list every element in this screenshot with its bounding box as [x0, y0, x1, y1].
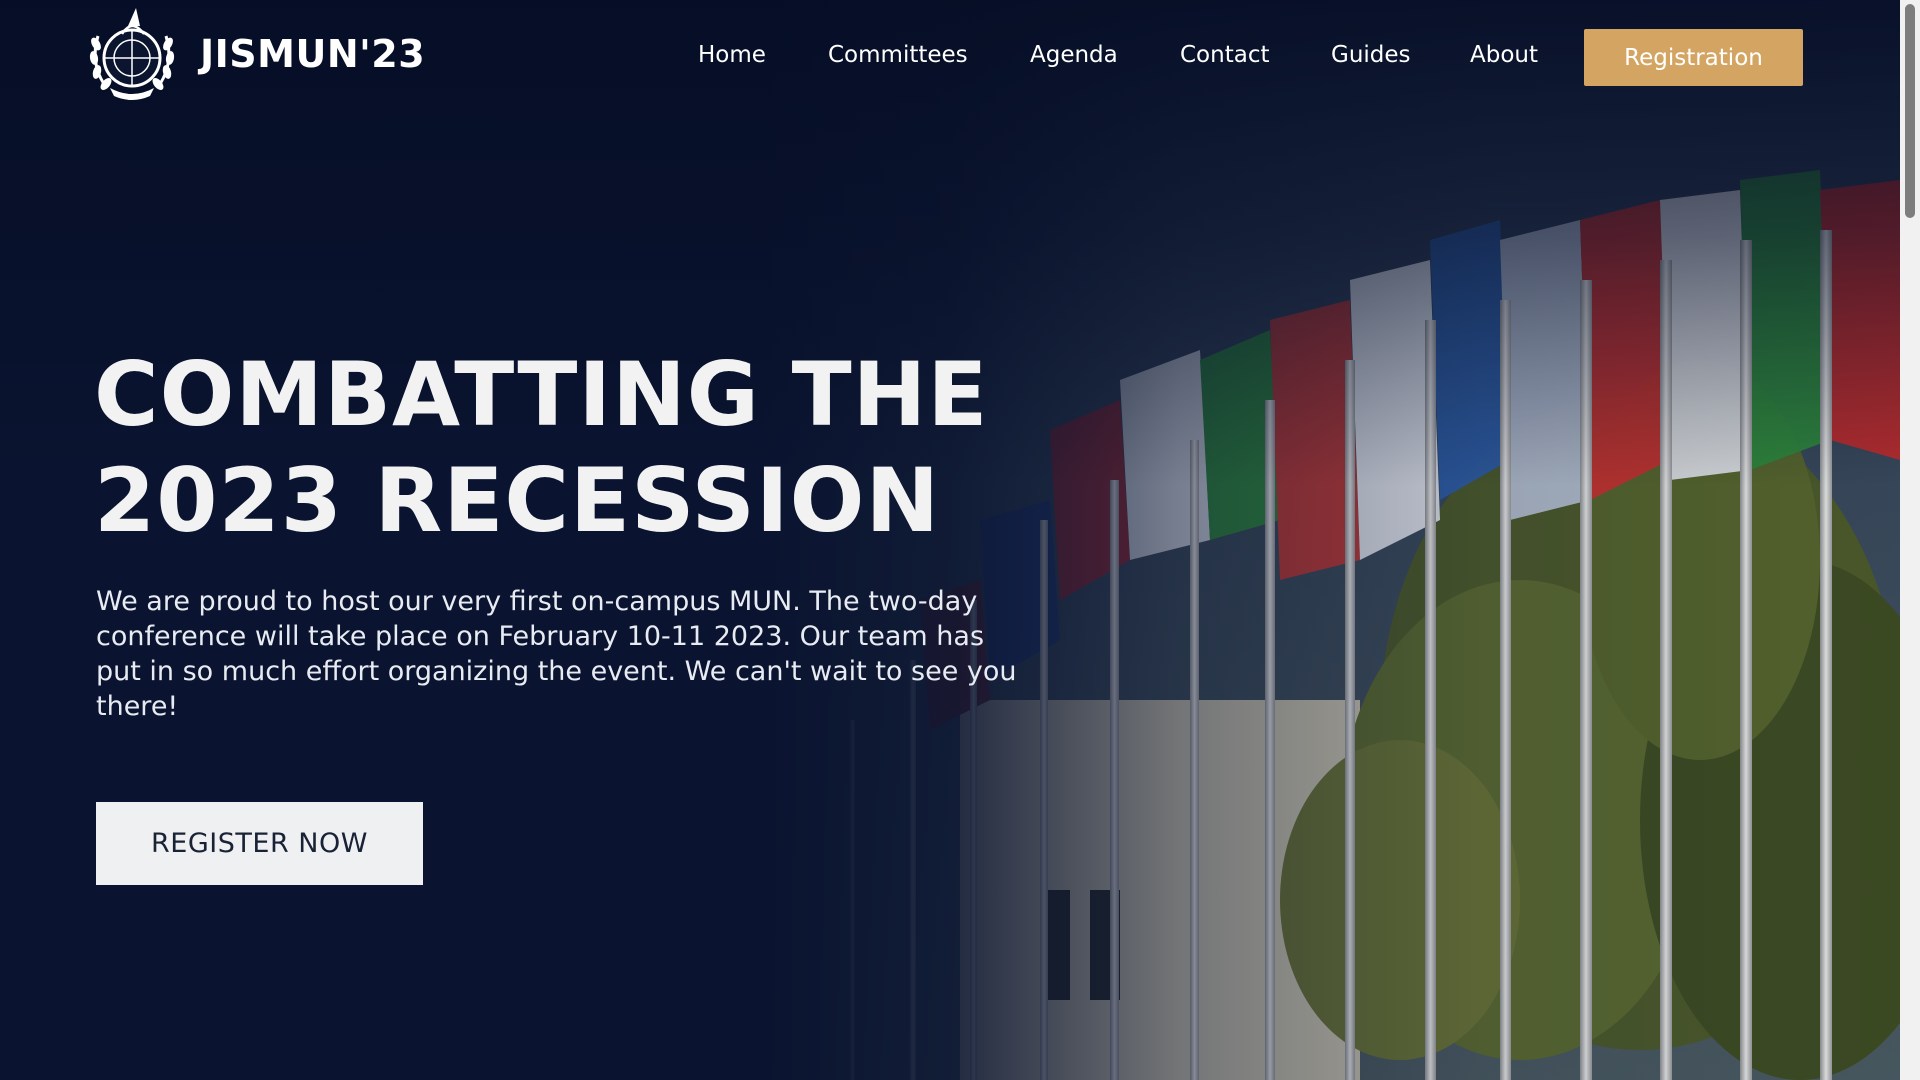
nav-about[interactable]: About: [1470, 42, 1538, 68]
hero-title-line-1: COMBATTING THE: [94, 343, 989, 446]
nav-guides[interactable]: Guides: [1331, 42, 1411, 68]
nav-committees[interactable]: Committees: [828, 42, 968, 68]
scrollbar-thumb[interactable]: [1905, 4, 1915, 218]
nav-agenda[interactable]: Agenda: [1030, 42, 1118, 68]
hero-title-line-2: 2023 RECESSION: [94, 449, 941, 552]
hero-title: COMBATTING THE 2023 RECESSION: [94, 342, 994, 554]
page: JISMUN'23 Home Committees Agenda Contact…: [0, 0, 1920, 1080]
un-emblem-logo-icon[interactable]: [84, 4, 180, 104]
hero-description: We are proud to host our very first on-c…: [96, 586, 1017, 722]
page-scrollbar[interactable]: [1900, 0, 1920, 1080]
nav-contact[interactable]: Contact: [1180, 42, 1269, 68]
registration-button[interactable]: Registration: [1584, 29, 1803, 86]
brand-name[interactable]: JISMUN'23: [200, 32, 425, 76]
site-header: JISMUN'23 Home Committees Agenda Contact…: [0, 0, 1900, 116]
register-now-button[interactable]: REGISTER NOW: [96, 802, 423, 885]
nav-home[interactable]: Home: [698, 42, 766, 68]
